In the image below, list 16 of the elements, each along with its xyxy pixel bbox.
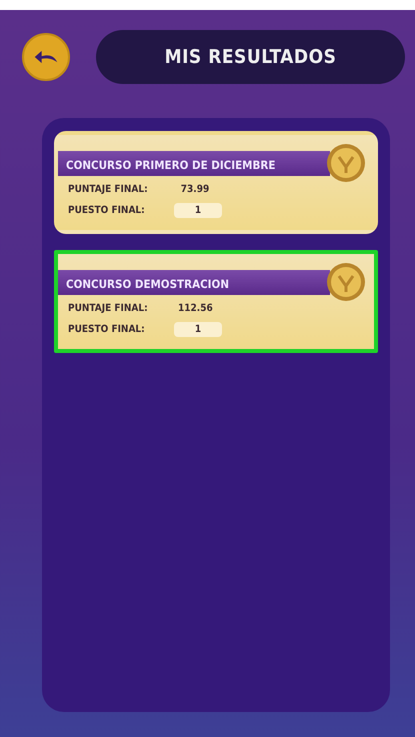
- result-card[interactable]: CONCURSO DEMOSTRACION PUNTAJE FINAL: 112.56 PUESTO FINAL: 1: [54, 250, 378, 353]
- score-label: PUNTAJE FINAL:: [68, 184, 149, 195]
- rank-value: 1: [174, 322, 222, 337]
- medal-icon: [326, 143, 366, 183]
- rank-value: 1: [174, 203, 222, 218]
- rank-label: PUESTO FINAL:: [68, 205, 146, 216]
- contest-name: CONCURSO PRIMERO DE DICIEMBRE: [66, 158, 276, 172]
- score-label: PUNTAJE FINAL:: [68, 303, 149, 314]
- medal-icon: [326, 262, 366, 302]
- back-button[interactable]: [22, 33, 70, 81]
- screen-title: MIS RESULTADOS: [164, 46, 336, 68]
- rank-label: PUESTO FINAL:: [68, 324, 146, 335]
- result-card[interactable]: CONCURSO PRIMERO DE DICIEMBRE PUNTAJE FINAL: 73.99 PUESTO FINAL: 1: [54, 131, 378, 234]
- score-value: 112.56: [177, 302, 214, 316]
- contest-name: CONCURSO DEMOSTRACION: [66, 277, 229, 291]
- score-value: 73.99: [180, 183, 210, 197]
